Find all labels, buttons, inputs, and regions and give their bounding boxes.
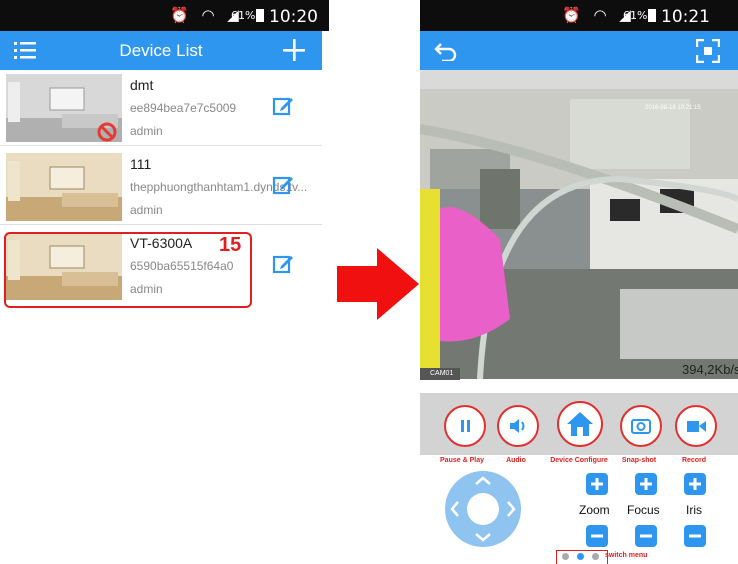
device-row[interactable]: 111 thepphuongthanhtam1.dynds.tv... admi… xyxy=(0,150,322,225)
edit-icon[interactable] xyxy=(272,95,294,117)
audio-button[interactable] xyxy=(497,405,539,447)
page-dot[interactable] xyxy=(592,553,599,560)
device-user: admin xyxy=(130,203,163,217)
header-bar: Device List xyxy=(0,31,322,70)
iris-label: Iris xyxy=(686,503,702,517)
video-record-icon xyxy=(687,421,706,432)
back-icon[interactable] xyxy=(434,41,458,61)
battery-icon xyxy=(648,9,656,22)
pause-icon xyxy=(461,420,470,432)
iris-open-button[interactable] xyxy=(684,473,706,495)
page-dot-active[interactable] xyxy=(577,553,584,560)
device-name: dmt xyxy=(130,77,154,93)
camera-video-feed[interactable]: 2016-08-18 10:21:15 xyxy=(420,89,738,379)
arrow-right-icon xyxy=(337,248,419,320)
record-button[interactable] xyxy=(675,405,717,447)
control-label: Snap-shot xyxy=(621,457,657,464)
device-name: 111 xyxy=(130,156,152,172)
clock: 10:20 xyxy=(269,7,318,27)
plus-icon xyxy=(591,478,603,490)
camera-label: CAM01 xyxy=(420,368,460,380)
page-dot[interactable] xyxy=(562,553,569,560)
status-bar: ⏰ ◠ ◢ 61% 10:21 xyxy=(420,0,738,31)
edit-icon[interactable] xyxy=(272,174,294,196)
control-label: Pause & Play xyxy=(440,457,484,464)
focus-label: Focus xyxy=(627,503,660,517)
video-timestamp: 2016-08-18 10:21:15 xyxy=(645,105,701,111)
device-id: ee894bea7e7c5009 xyxy=(130,101,237,115)
minus-icon xyxy=(689,534,701,538)
minus-icon xyxy=(640,534,652,538)
focus-out-button[interactable] xyxy=(635,525,657,547)
bitrate-readout: 394,2Kb/s xyxy=(682,362,738,377)
speaker-icon xyxy=(510,419,525,433)
plus-icon xyxy=(640,478,652,490)
status-bar: ⏰ ◠ ◢ 61% 10:20 xyxy=(0,0,329,31)
clock: 10:21 xyxy=(661,7,710,27)
highlight-box xyxy=(4,232,252,308)
minus-icon xyxy=(591,534,603,538)
home-icon xyxy=(567,412,593,436)
pause-play-button[interactable] xyxy=(444,405,486,447)
battery-level: 61% xyxy=(231,9,256,22)
camera-icon xyxy=(631,419,651,434)
zoom-label: Zoom xyxy=(579,503,610,517)
device-list-screen: ⏰ ◠ ◢ 61% 10:20 Device List dmt ee894bea… xyxy=(0,0,329,312)
battery-level: 61% xyxy=(623,9,648,22)
iris-close-button[interactable] xyxy=(684,525,706,547)
device-user: admin xyxy=(130,124,163,138)
ptz-dpad[interactable] xyxy=(444,470,522,548)
control-label: Record xyxy=(681,457,707,464)
live-view-screen: ⏰ ◠ ◢ 61% 10:21 2016-08-18 10:21:15 CAM0… xyxy=(420,0,738,564)
edit-icon[interactable] xyxy=(272,253,294,275)
divider xyxy=(420,70,738,89)
device-thumbnail xyxy=(6,153,122,221)
device-row[interactable]: dmt ee894bea7e7c5009 admin xyxy=(0,71,322,146)
page-title: Device List xyxy=(119,41,203,60)
fullscreen-icon[interactable] xyxy=(696,39,720,63)
device-configure-button[interactable] xyxy=(557,401,603,447)
header-bar xyxy=(420,31,738,70)
battery-icon xyxy=(256,9,264,22)
switch-menu-label: switch menu xyxy=(605,552,648,559)
device-thumbnail xyxy=(6,74,122,142)
focus-in-button[interactable] xyxy=(635,473,657,495)
control-label: Device Configure xyxy=(550,457,608,464)
add-icon[interactable] xyxy=(283,39,305,61)
zoom-out-button[interactable] xyxy=(586,525,608,547)
zoom-in-button[interactable] xyxy=(586,473,608,495)
control-label: Audio xyxy=(506,457,526,464)
plus-icon xyxy=(689,478,701,490)
snapshot-button[interactable] xyxy=(620,405,662,447)
